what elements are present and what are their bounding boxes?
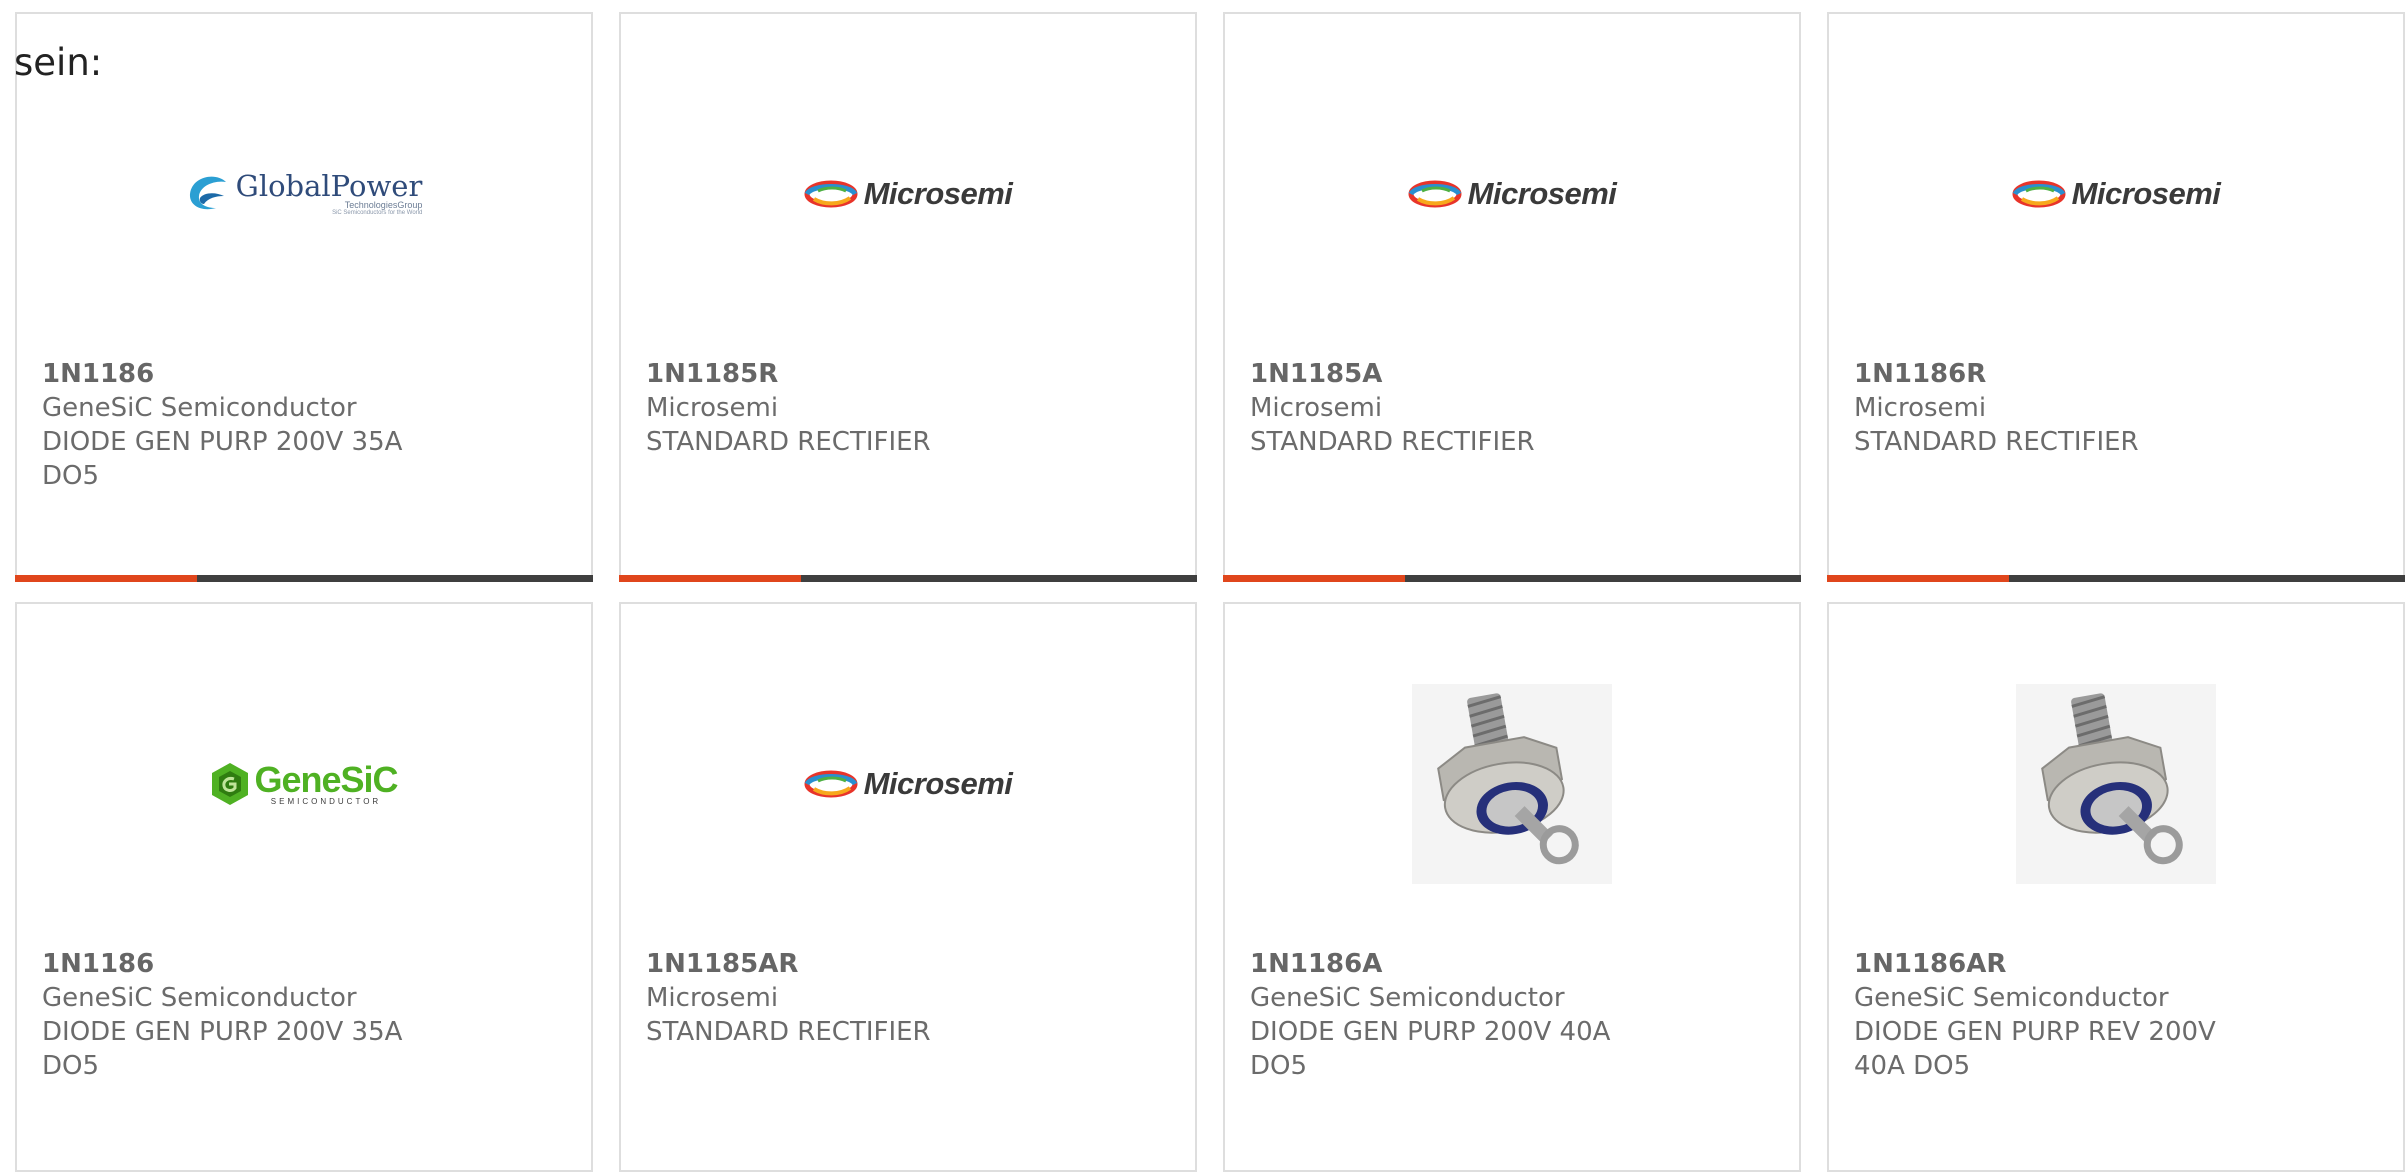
description: STANDARD RECTIFIER [1250,427,1535,457]
stud-diode-photo-icon [2016,684,2216,884]
manufacturer: Microsemi [646,983,779,1013]
product-image: GlobalPower TechnologiesGroup SiC Semico… [17,74,591,314]
part-number[interactable]: 1N1186A [1250,947,1779,981]
product-card[interactable]: 1N1186A GeneSiC Semiconductor DIODE GEN … [1223,602,1801,1172]
product-card[interactable]: 1N1186AR GeneSiC Semiconductor DIODE GEN… [1827,602,2405,1172]
microsemi-logo: Microsemi [2012,176,2221,212]
description: DIODE GEN PURP REV 200V 40A DO5 [1854,1017,2216,1081]
part-number[interactable]: 1N1186R [1854,357,2383,391]
microsemi-logo: Microsemi [804,176,1013,212]
description: DIODE GEN PURP 200V 35A DO5 [42,427,403,491]
manufacturer: Microsemi [646,393,779,423]
manufacturer: GeneSiC Semiconductor [42,393,357,423]
manufacturer: Microsemi [1854,393,1987,423]
product-card[interactable]: GlobalPower TechnologiesGroup SiC Semico… [15,12,593,582]
part-number[interactable]: 1N1185R [646,357,1175,391]
product-card[interactable]: GeneSiC SEMICONDUCTOR 1N1186 GeneSiC Sem… [15,602,593,1172]
microsemi-swoosh-icon [804,770,858,798]
product-image: Microsemi [621,664,1195,904]
product-image: Microsemi [1829,74,2403,314]
product-card[interactable]: Microsemi 1N1185R Microsemi STANDARD REC… [619,12,1197,582]
part-number[interactable]: 1N1186 [42,947,571,981]
description: DIODE GEN PURP 200V 35A DO5 [42,1017,403,1081]
description: DIODE GEN PURP 200V 40A DO5 [1250,1017,1611,1081]
stud-diode-photo-icon [1412,684,1612,884]
product-card[interactable]: Microsemi 1N1185A Microsemi STANDARD REC… [1223,12,1801,582]
product-image: Microsemi [1225,74,1799,314]
part-number[interactable]: 1N1186AR [1854,947,2383,981]
product-image [1829,664,2403,904]
card-bar [1223,575,1801,582]
intro-text: sein: [14,41,103,84]
globalpower-swoosh-icon [189,176,226,210]
product-image: GeneSiC SEMICONDUCTOR [17,664,591,904]
description: STANDARD RECTIFIER [1854,427,2139,457]
microsemi-swoosh-icon [1408,180,1462,208]
product-image [1225,664,1799,904]
microsemi-swoosh-icon [804,180,858,208]
part-number[interactable]: 1N1185AR [646,947,1175,981]
part-number[interactable]: 1N1186 [42,357,571,391]
card-bar [15,575,593,582]
manufacturer: GeneSiC Semiconductor [1250,983,1565,1013]
genesic-hexagon-icon [212,763,249,805]
manufacturer: GeneSiC Semiconductor [42,983,357,1013]
product-card[interactable]: Microsemi 1N1186R Microsemi STANDARD REC… [1827,12,2405,582]
genesic-logo: GeneSiC SEMICONDUCTOR [210,761,399,807]
description: STANDARD RECTIFIER [646,427,931,457]
part-number[interactable]: 1N1185A [1250,357,1779,391]
product-image: Microsemi [621,74,1195,314]
microsemi-logo: Microsemi [1408,176,1617,212]
product-card[interactable]: Microsemi 1N1185AR Microsemi STANDARD RE… [619,602,1197,1172]
card-bar [619,575,1197,582]
manufacturer: Microsemi [1250,393,1383,423]
manufacturer: GeneSiC Semiconductor [1854,983,2169,1013]
card-bar [1827,575,2405,582]
microsemi-swoosh-icon [2012,180,2066,208]
microsemi-logo: Microsemi [804,766,1013,802]
globalpower-logo: GlobalPower TechnologiesGroup SiC Semico… [186,171,422,216]
description: STANDARD RECTIFIER [646,1017,931,1047]
